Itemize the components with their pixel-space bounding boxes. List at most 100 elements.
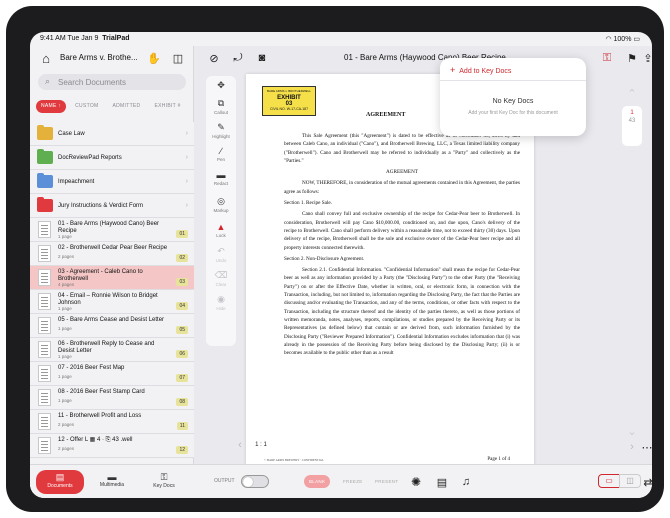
document-pages: 1 page xyxy=(58,234,72,239)
search-placeholder: Search Documents xyxy=(58,78,127,87)
undo-tool[interactable]: ↶ Undo xyxy=(206,246,236,263)
freeze-button[interactable]: FREEZE xyxy=(338,475,368,488)
multimedia-icon: ▬ xyxy=(107,472,117,482)
folder-item[interactable]: Jury Instructions & Verdict Form › xyxy=(30,194,194,218)
screen: 9:41 AM Tue Jan 9 TrialPad ◠ 100% ▭ ⌂ Ba… xyxy=(30,32,652,498)
eye-icon: ◉ xyxy=(217,294,225,304)
highlight-tool[interactable]: ✎ Highlight xyxy=(206,122,236,139)
documents-icon: ▤ xyxy=(55,472,65,482)
sort-tab-custom[interactable]: CUSTOM xyxy=(70,100,103,113)
page-counter[interactable]: 1 43 xyxy=(622,106,642,146)
present-button[interactable]: PRESENT xyxy=(370,475,403,488)
lock-tool[interactable]: ▲ Lock xyxy=(206,222,236,238)
case-title[interactable]: Bare Arms v. Brothe... xyxy=(60,53,142,62)
page-indicator[interactable]: 1 : 1 xyxy=(248,438,274,452)
document-thumbnail xyxy=(38,365,51,382)
document-name: 08 - 2016 Beer Fest Stamp Card xyxy=(58,389,145,395)
document-name: 07 - 2016 Beer Fest Map xyxy=(58,365,125,371)
folder-item[interactable]: DocReviewPad Reports › xyxy=(30,146,194,170)
audio-icon[interactable]: ♫ xyxy=(458,474,474,490)
document-item[interactable]: 01 - Bare Arms (Haywood Cano) Beer Recip… xyxy=(30,218,194,242)
chevron-right-icon: › xyxy=(185,154,188,161)
undo-icon: ↶ xyxy=(217,246,225,256)
key-doc-icon[interactable]: ⚿ xyxy=(598,50,616,66)
document-name: 12 - Offer L ▦ 4 · ⎘ 43 .well xyxy=(58,437,133,443)
document-item[interactable]: 06 - Brotherwell Reply to Cease and Desi… xyxy=(30,338,194,362)
sort-tab-admitted[interactable]: ADMITTED xyxy=(108,100,146,113)
document-item[interactable]: 11 - Brotherwell Profit and Loss 2 pages… xyxy=(30,410,194,434)
page-heading: AGREEMENT xyxy=(366,112,406,118)
scroll-up-icon[interactable]: ⌃ xyxy=(622,86,642,100)
callout-tool[interactable]: ⧉ Callout xyxy=(206,98,236,115)
clear-tool[interactable]: ⌫ Clear xyxy=(206,270,236,287)
sort-tab-exhibit[interactable]: EXHIBIT # xyxy=(149,100,185,113)
key-docs-icon: ⚿ xyxy=(160,472,168,482)
page-body: This Sale Agreement (this "Agreement") i… xyxy=(284,133,520,357)
move-tool[interactable]: ✥ xyxy=(206,80,236,92)
document-pages: 4 pages xyxy=(58,282,75,287)
notes-icon[interactable]: ▤ xyxy=(434,474,450,490)
redact-tool[interactable]: ▬ Redact xyxy=(206,170,236,186)
chevron-right-icon: › xyxy=(185,178,188,185)
home-icon[interactable]: ⌂ xyxy=(38,50,54,66)
document-list: Case Law › DocReviewPad Reports › Impeac… xyxy=(30,122,194,458)
document-item[interactable]: 07 - 2016 Beer Fest Map 1 page 07 xyxy=(30,362,194,386)
swap-icon[interactable]: ⇄ xyxy=(643,474,652,490)
tab-documents-label: Documents xyxy=(47,483,73,489)
folder-icon xyxy=(37,149,53,164)
add-to-key-docs-button[interactable]: + Add to Key Docs xyxy=(450,65,511,75)
split-view-button[interactable]: ◫ xyxy=(619,474,641,488)
tab-key-docs[interactable]: ⚿ Key Docs xyxy=(140,470,188,494)
folder-icon xyxy=(37,197,53,212)
markup-tool[interactable]: ◎ Markup xyxy=(206,196,236,213)
gesture-icon[interactable]: ✋ xyxy=(146,50,162,66)
share-icon[interactable]: ⇪ xyxy=(643,50,652,66)
more-icon[interactable]: ⋯ xyxy=(642,440,653,454)
pen-tool[interactable]: ∕ Pen xyxy=(206,146,236,162)
folder-item[interactable]: Case Law › xyxy=(30,122,194,146)
tab-documents[interactable]: ▤ Documents xyxy=(36,470,84,494)
compass-icon[interactable]: ⊘ xyxy=(206,50,222,66)
single-view-button[interactable]: ▭ xyxy=(598,474,620,488)
document-pages: 1 page xyxy=(58,398,72,403)
tab-multimedia[interactable]: ▬ Multimedia xyxy=(88,470,136,494)
output-toggle[interactable] xyxy=(241,475,269,488)
popover-divider xyxy=(440,80,586,81)
markup-icon: ◎ xyxy=(217,196,225,206)
document-item[interactable]: 12 - Offer L ▦ 4 · ⎘ 43 .well 2 pages 12 xyxy=(30,434,194,458)
document-pages: 1 page xyxy=(58,354,72,359)
folder-item[interactable]: Impeachment › xyxy=(30,170,194,194)
exhibit-badge: 08 xyxy=(176,398,188,406)
sort-tab-name[interactable]: NAME ↑ xyxy=(36,100,67,113)
rotate-icon[interactable]: ⤾ xyxy=(230,50,246,66)
move-icon: ✥ xyxy=(217,80,225,90)
document-name: 01 - Bare Arms (Haywood Cano) Beer Recip… xyxy=(58,221,160,234)
document-thumbnail xyxy=(38,245,51,262)
camera-icon[interactable]: ◙ xyxy=(254,50,270,66)
exhibit-badge: 02 xyxy=(176,254,188,262)
exhibit-badge: 03 xyxy=(176,278,188,286)
hide-tool[interactable]: ◉ Hide xyxy=(206,294,236,311)
blank-button[interactable]: BLANK xyxy=(304,475,331,488)
bookmark-icon[interactable]: ⚑ xyxy=(624,50,640,66)
document-thumbnail xyxy=(38,221,51,238)
document-item[interactable]: 04 - Email – Ronnie Wilson to Bridget Jo… xyxy=(30,290,194,314)
page-footer-left: © BARE ARMS BREWERY · CONFIDENTIAL xyxy=(264,458,324,462)
document-item-selected[interactable]: 03 - Agreement - Caleb Cano to Brotherwe… xyxy=(30,266,194,290)
document-thumbnail xyxy=(38,437,51,454)
document-thumbnail xyxy=(38,317,51,334)
document-item[interactable]: 08 - 2016 Beer Fest Stamp Card 1 page 08 xyxy=(30,386,194,410)
document-pages: 1 page xyxy=(58,374,72,379)
document-item[interactable]: 05 - Bare Arms Cease and Desist Letter 1… xyxy=(30,314,194,338)
prev-page-icon[interactable]: ‹ xyxy=(234,438,246,452)
search-input[interactable]: ⌕ Search Documents xyxy=(38,74,186,90)
exhibit-sticker: BARE ARMS v. BROTHERWELL EXHIBIT 03 CIVI… xyxy=(262,86,316,116)
document-item[interactable]: 02 - Brotherwell Cedar Pear Beer Recipe … xyxy=(30,242,194,266)
pen-icon: ∕ xyxy=(220,146,222,156)
empty-title: No Key Docs xyxy=(492,98,534,105)
tab-key-docs-label: Key Docs xyxy=(153,483,175,489)
status-bar: 9:41 AM Tue Jan 9 TrialPad ◠ 100% ▭ xyxy=(30,32,652,46)
wifi-icon: ◠ xyxy=(605,36,612,43)
sidebar-toggle-icon[interactable]: ◫ xyxy=(170,50,186,66)
laser-icon[interactable]: ✺ xyxy=(408,474,424,490)
